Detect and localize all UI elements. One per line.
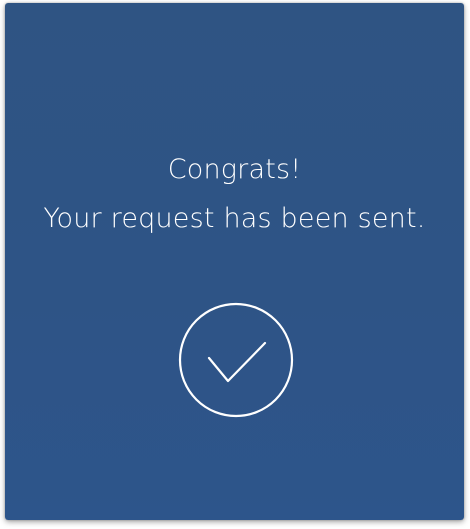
confirmation-panel: Congrats! Your request has been sent. [5, 3, 464, 520]
checkmark-circle-icon [178, 302, 294, 418]
request-sent-text: Your request has been sent. [43, 203, 426, 234]
confirmation-message: Congrats! Your request has been sent. [5, 151, 464, 249]
congrats-heading: Congrats! [167, 154, 302, 185]
